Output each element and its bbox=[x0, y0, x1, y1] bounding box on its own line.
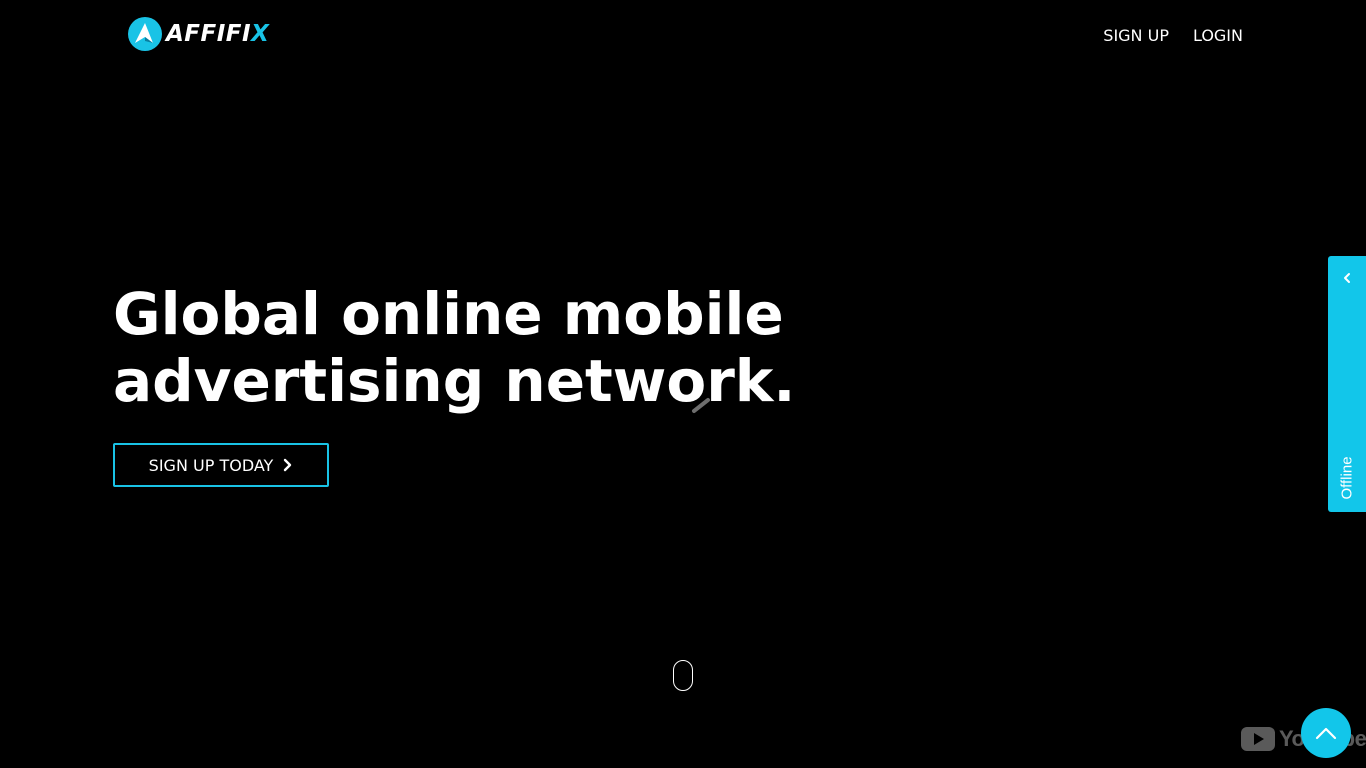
typing-cursor-icon bbox=[692, 398, 710, 413]
nav-signup-link[interactable]: SIGN UP bbox=[1103, 24, 1169, 48]
chevron-right-icon bbox=[284, 458, 292, 472]
nav-login-link[interactable]: LOGIN bbox=[1193, 24, 1243, 48]
affifix-logo-icon bbox=[128, 17, 162, 51]
logo-text: AFFIFIX bbox=[166, 17, 269, 51]
offline-chat-tab[interactable]: Offline bbox=[1328, 256, 1366, 512]
youtube-play-icon bbox=[1241, 727, 1275, 751]
signup-today-label: SIGN UP TODAY bbox=[148, 455, 274, 475]
signup-today-button[interactable]: SIGN UP TODAY bbox=[113, 443, 329, 487]
logo-text-accent: X bbox=[251, 21, 270, 47]
hero-title: Global online mobile advertising network. bbox=[113, 281, 833, 415]
hero-title-line-1: Global online mobile bbox=[113, 280, 784, 348]
logo-text-main: AFFIFI bbox=[166, 21, 252, 47]
top-nav: SIGN UP LOGIN bbox=[1079, 24, 1243, 48]
back-to-top-button[interactable] bbox=[1301, 708, 1351, 758]
logo-link[interactable]: AFFIFIX bbox=[128, 16, 269, 52]
chevron-up-icon bbox=[1315, 727, 1337, 740]
offline-label: Offline bbox=[1338, 456, 1356, 500]
scroll-down-icon[interactable] bbox=[673, 660, 693, 691]
chevron-left-icon bbox=[1344, 273, 1350, 283]
page: AFFIFIX SIGN UP LOGIN Global online mobi… bbox=[0, 0, 1366, 768]
